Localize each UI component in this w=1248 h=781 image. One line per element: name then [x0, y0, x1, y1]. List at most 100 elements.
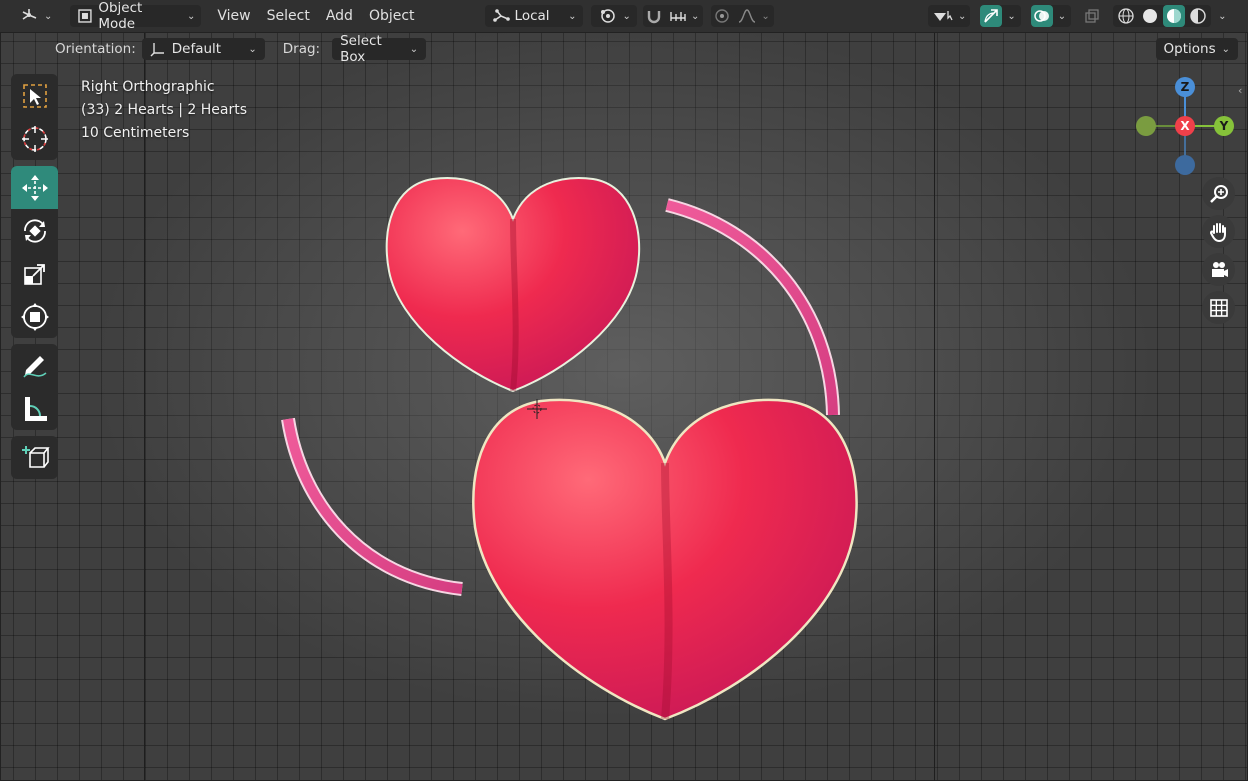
options-dropdown[interactable]: Options ⌄ [1155, 38, 1238, 60]
transform-icon [20, 302, 49, 331]
chevron-down-icon: ⌄ [44, 10, 53, 22]
chevron-down-icon: ⌄ [409, 43, 419, 55]
chevron-down-icon: ⌄ [1007, 10, 1016, 22]
add-cube-icon [21, 445, 50, 468]
chevron-down-icon: ⌄ [1218, 10, 1227, 22]
solid-sphere-icon [1143, 9, 1158, 23]
select-box-icon [22, 83, 47, 108]
gizmo-y-axis[interactable]: Y [1214, 116, 1234, 136]
orientation-label: Orientation: [55, 41, 136, 57]
editor-type-button[interactable]: ⌄ [14, 5, 58, 27]
camera-view-button[interactable] [1202, 253, 1235, 286]
drag-dropdown[interactable]: Select Box ⌄ [332, 33, 427, 65]
scale-icon [23, 263, 45, 285]
options-label: Options [1163, 41, 1216, 57]
gizmo-toggle[interactable] [980, 5, 1003, 27]
proportional-editing-group: ⌄ [711, 5, 774, 27]
falloff-curve-icon [739, 9, 756, 23]
measure-tool[interactable] [11, 387, 58, 430]
selectability-icon [934, 11, 953, 21]
gizmo-z-axis[interactable]: Z [1175, 77, 1195, 97]
orientation-dropdown[interactable]: Default ⌄ [141, 38, 265, 60]
zoom-button[interactable] [1202, 177, 1235, 210]
shading-options-dropdown[interactable]: ⌄ [1215, 5, 1229, 27]
gizmo-dropdown[interactable]: ⌄ [1002, 5, 1020, 27]
overlays-toggle[interactable] [1030, 5, 1053, 27]
local-orientation-icon [492, 9, 510, 22]
menu-add[interactable]: Add [318, 8, 361, 24]
rotate-tool[interactable] [11, 209, 58, 252]
cursor-tool[interactable] [11, 117, 58, 160]
overlays-dropdown[interactable]: ⌄ [1053, 5, 1071, 27]
material-preview-button[interactable] [1163, 5, 1186, 27]
transform-tool[interactable] [11, 295, 58, 338]
solid-shading-button[interactable] [1139, 5, 1161, 27]
gizmo-neg-z-axis[interactable] [1175, 155, 1195, 175]
select-box-tool[interactable] [11, 74, 58, 117]
zoom-icon [1209, 184, 1228, 203]
menu-view[interactable]: View [209, 8, 258, 24]
chevron-down-icon: ⌄ [1221, 43, 1230, 55]
menu-object[interactable]: Object [361, 8, 423, 24]
view-name: Right Orthographic [81, 79, 215, 95]
object-mode-icon [78, 9, 93, 23]
chevron-down-icon: ⌄ [761, 10, 770, 22]
chevron-down-icon: ⌄ [1057, 10, 1067, 22]
proportional-edit-icon [715, 9, 730, 23]
wireframe-shading-button[interactable] [1115, 5, 1137, 27]
camera-icon [1211, 261, 1228, 277]
xray-icon [1085, 9, 1099, 23]
mode-label: Object Mode [98, 0, 143, 32]
collection-info: (33) 2 Hearts | 2 Hearts [81, 102, 248, 118]
annotate-tool[interactable] [11, 344, 58, 387]
perspective-toggle-button[interactable] [1202, 291, 1235, 324]
measure-icon [24, 396, 47, 421]
rendered-shading-button[interactable] [1187, 5, 1209, 27]
selectability-dropdown[interactable]: ⌄ [928, 5, 971, 27]
snap-toggle[interactable] [643, 5, 665, 27]
viewport-info: Right Orthographic (33) 2 Hearts | 2 Hea… [81, 76, 247, 145]
toolbar-select-group [11, 74, 58, 160]
falloff-dropdown[interactable]: ⌄ [733, 5, 773, 27]
3d-viewport[interactable]: Right Orthographic (33) 2 Hearts | 2 Hea… [0, 32, 1248, 781]
transform-orientation-dropdown[interactable]: Local ⌄ [484, 5, 583, 27]
gizmo-group: ⌄ [980, 5, 1021, 27]
scale-tool[interactable] [11, 252, 58, 295]
chevron-down-icon: ⌄ [568, 10, 577, 22]
viewport-header: ⌄ Object Mode ⌄ View Select Add Object L… [0, 0, 1248, 32]
grid-icon [1209, 298, 1228, 317]
magnet-icon [647, 11, 661, 24]
add-cube-tool[interactable] [11, 436, 58, 479]
3d-viewport-icon [22, 9, 37, 20]
proportional-edit-toggle[interactable] [711, 5, 733, 27]
menu-select[interactable]: Select [259, 8, 318, 24]
snap-increment-icon [670, 12, 686, 21]
chevron-down-icon: ⌄ [248, 43, 257, 55]
snapping-group: ⌄ [642, 5, 704, 27]
small-heart-crease [510, 218, 519, 392]
gizmo-icon [984, 9, 999, 23]
pan-button[interactable] [1202, 215, 1235, 248]
xray-toggle[interactable] [1081, 5, 1103, 27]
large-heart-crease [661, 462, 673, 720]
header-menus: View Select Add Object [209, 8, 422, 24]
snap-target-dropdown[interactable]: ⌄ [665, 5, 703, 27]
cursor-icon [21, 125, 48, 152]
grid-scale: 10 Centimeters [81, 125, 190, 141]
rotate-icon [23, 218, 46, 243]
gizmo-x-axis[interactable]: X [1175, 116, 1195, 136]
mode-dropdown[interactable]: Object Mode ⌄ [70, 0, 202, 32]
move-icon [21, 174, 48, 201]
rendered-sphere-icon [1190, 8, 1206, 24]
material-sphere-icon [1167, 9, 1182, 23]
gizmo-neg-y-axis[interactable] [1136, 116, 1156, 136]
chevron-down-icon: ⌄ [690, 10, 700, 22]
drag-value: Select Box [340, 33, 382, 65]
sidebar-expand-icon[interactable]: ‹ [1238, 84, 1242, 97]
move-tool[interactable] [11, 166, 58, 209]
pivot-point-dropdown[interactable]: ⌄ [590, 5, 637, 27]
chevron-down-icon: ⌄ [958, 10, 967, 22]
toolbar-annotate-group [11, 344, 58, 430]
chevron-down-icon: ⌄ [187, 10, 196, 22]
header-right-group: ⌄ ⌄ ⌄ ⌄ [928, 5, 1230, 27]
